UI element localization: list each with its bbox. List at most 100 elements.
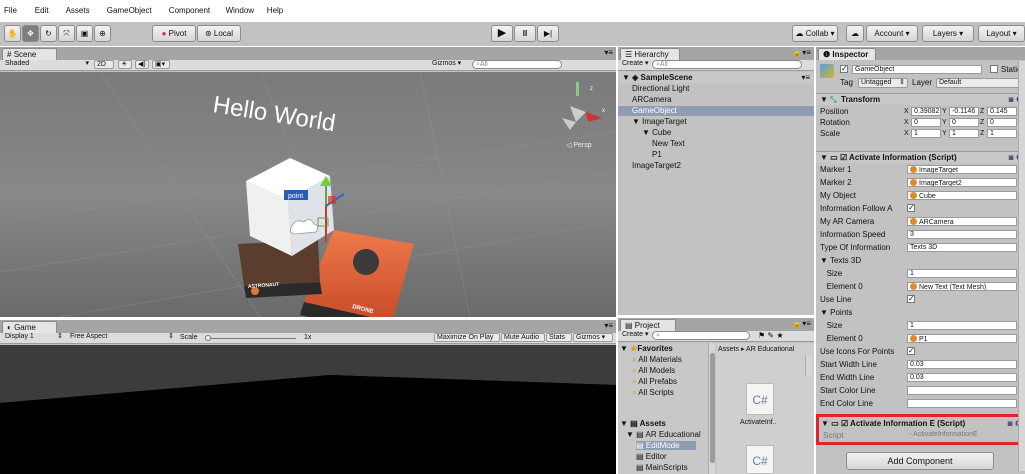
scene-search-input[interactable]: ⌕All bbox=[472, 60, 562, 69]
activate-info-header[interactable]: ▼ ▭ ☑ Activate Information (Script) ◙ ⚙ bbox=[816, 151, 1025, 163]
property-field[interactable]: 3 bbox=[907, 230, 1017, 239]
object-reference-field[interactable]: P1 bbox=[907, 334, 1017, 343]
cloud-services-icon[interactable]: ☁ bbox=[846, 25, 864, 42]
audio-icon[interactable]: ◀) bbox=[135, 60, 149, 69]
maximize-on-play-toggle[interactable]: Maximize On Play bbox=[434, 333, 500, 342]
collab-button[interactable]: ☁ Collab ▾ bbox=[792, 25, 838, 42]
favorite-item[interactable]: ⌕ All Models bbox=[632, 366, 675, 376]
layout-dropdown[interactable]: Layout ▾ bbox=[978, 25, 1025, 42]
property-field[interactable]: 0.03 bbox=[907, 360, 1017, 369]
move-tool-icon[interactable]: ✥ bbox=[22, 25, 39, 42]
hierarchy-item[interactable]: New Text bbox=[618, 139, 814, 149]
asset-folder[interactable]: ▼ ▤ AR Educational bbox=[626, 430, 701, 439]
asset-folder[interactable]: ▤ EditMode bbox=[636, 441, 696, 450]
hierarchy-item[interactable]: GameObject bbox=[618, 106, 814, 116]
transform-header[interactable]: ▼ ⤡ Transform ◙ ⚙ bbox=[816, 93, 1025, 105]
stats-toggle[interactable]: Stats bbox=[546, 333, 572, 342]
persp-label[interactable]: ◁ Persp bbox=[566, 142, 592, 149]
object-reference-field[interactable]: New Text (Text Mesh) bbox=[907, 282, 1017, 291]
menu-item-file[interactable]: File bbox=[4, 6, 17, 15]
transform-tool-icon[interactable]: ⊕ bbox=[94, 25, 111, 42]
effects-icon[interactable]: ▣▾ bbox=[152, 60, 170, 69]
csharp-file-icon[interactable]: C# bbox=[746, 383, 774, 415]
project-search-input[interactable]: ⌕ bbox=[652, 331, 750, 340]
scale-tool-icon[interactable]: ⤧ bbox=[58, 25, 75, 42]
add-component-button[interactable]: Add Component bbox=[846, 452, 994, 470]
transform-scale-x-field[interactable]: 1 bbox=[911, 129, 941, 138]
hierarchy-item[interactable]: ▼ Cube bbox=[618, 128, 814, 138]
transform-scale-z-field[interactable]: 1 bbox=[987, 129, 1017, 138]
transform-position-x-field[interactable]: 0.39082 bbox=[911, 107, 941, 116]
transform-position-z-field[interactable]: 0.145 bbox=[987, 107, 1017, 116]
game-gizmos-toggle[interactable]: Gizmos ▾ bbox=[573, 333, 613, 342]
transform-rotation-z-field[interactable]: 0 bbox=[987, 118, 1017, 127]
aspect-dropdown[interactable]: Free Aspect ⇕ bbox=[68, 333, 176, 342]
tab-project[interactable]: ▤ Project bbox=[620, 319, 676, 331]
property-field[interactable]: 1 bbox=[907, 321, 1017, 330]
favorites-header[interactable]: ▼ ★Favorites bbox=[620, 344, 673, 353]
hierarchy-create-dropdown[interactable]: Create ▾ bbox=[620, 60, 650, 69]
property-field[interactable]: Texts 3D bbox=[907, 243, 1017, 252]
game-viewport[interactable] bbox=[0, 345, 616, 474]
property-checkbox[interactable]: ✓ bbox=[907, 295, 915, 303]
2d-toggle[interactable]: 2D bbox=[94, 60, 114, 69]
favorite-item[interactable]: ⌕ All Scripts bbox=[632, 388, 674, 398]
step-button[interactable]: ▶| bbox=[537, 25, 559, 42]
tab-scene[interactable]: # Scene bbox=[2, 48, 57, 60]
menu-item-gameobject[interactable]: GameObject bbox=[107, 6, 152, 15]
project-file-scrollbar[interactable] bbox=[805, 356, 812, 376]
menu-item-component[interactable]: Component bbox=[169, 6, 210, 15]
property-checkbox[interactable]: ✓ bbox=[907, 204, 915, 212]
pivot-toggle[interactable]: ● Pivot bbox=[152, 25, 196, 42]
transform-rotation-y-field[interactable]: 0 bbox=[949, 118, 979, 127]
tab-game[interactable]: ◐ Game bbox=[2, 321, 57, 333]
property-field[interactable] bbox=[907, 399, 1017, 408]
local-toggle[interactable]: ⊛ Local bbox=[197, 25, 241, 42]
panel-menu-icon[interactable]: 🔒▾≡ bbox=[792, 319, 811, 328]
account-dropdown[interactable]: Account ▾ bbox=[866, 25, 918, 42]
project-tree-scrollbar[interactable] bbox=[708, 343, 715, 474]
transform-scale-y-field[interactable]: 1 bbox=[949, 129, 979, 138]
asset-folder[interactable]: ▤ Editor bbox=[636, 452, 667, 461]
rect-tool-icon[interactable]: ▣ bbox=[76, 25, 93, 42]
menu-item-edit[interactable]: Edit bbox=[35, 6, 49, 15]
component-enabled-checkbox[interactable]: ☑ bbox=[841, 419, 848, 428]
rotate-tool-icon[interactable]: ↻ bbox=[40, 25, 57, 42]
play-button[interactable]: ▶ bbox=[491, 25, 513, 42]
inspector-scrollbar[interactable] bbox=[1018, 61, 1025, 471]
hierarchy-item[interactable]: ARCamera bbox=[618, 95, 814, 105]
hierarchy-item[interactable]: P1 bbox=[618, 150, 814, 160]
hand-tool-icon[interactable]: ✋ bbox=[4, 25, 21, 42]
project-create-dropdown[interactable]: Create ▾ bbox=[620, 331, 650, 340]
assets-header[interactable]: ▼ ▤ Assets bbox=[620, 419, 666, 428]
active-checkbox[interactable]: ✓ bbox=[840, 65, 848, 73]
activate-info-e-header[interactable]: ▼ ▭ ☑ Activate Information E (Script) ◙ ⚙ bbox=[819, 418, 1022, 430]
object-name-field[interactable]: GameObject bbox=[852, 65, 982, 74]
hierarchy-item[interactable]: ImageTarget2 bbox=[618, 161, 814, 171]
project-breadcrumb[interactable]: Assets ▸ AR Educational bbox=[718, 345, 794, 353]
menu-item-window[interactable]: Window bbox=[226, 6, 254, 15]
menu-item-assets[interactable]: Assets bbox=[66, 6, 90, 15]
layers-dropdown[interactable]: Layers ▾ bbox=[922, 25, 974, 42]
property-field[interactable]: 1 bbox=[907, 269, 1017, 278]
asset-folder[interactable]: ▤ MainScripts bbox=[636, 463, 688, 472]
object-reference-field[interactable]: Cube bbox=[907, 191, 1017, 200]
pause-button[interactable]: II bbox=[514, 25, 536, 42]
panel-menu-icon[interactable]: ▾≡ bbox=[604, 48, 613, 57]
object-reference-field[interactable]: ImageTarget bbox=[907, 165, 1017, 174]
favorite-item[interactable]: ⌕ All Prefabs bbox=[632, 377, 677, 387]
transform-position-y-field[interactable]: -0.1146 bbox=[949, 107, 979, 116]
filter-icons[interactable]: ⚑ ✎ ★ bbox=[758, 331, 784, 340]
panel-menu-icon[interactable]: ▾≡ bbox=[604, 321, 613, 330]
favorite-item[interactable]: ⌕ All Materials bbox=[632, 355, 682, 365]
shading-dropdown[interactable]: Shaded ▾ bbox=[3, 60, 91, 69]
scale-slider[interactable] bbox=[206, 338, 296, 339]
layer-dropdown[interactable]: Default bbox=[936, 78, 1025, 88]
property-checkbox[interactable]: ✓ bbox=[907, 347, 915, 355]
panel-menu-icon[interactable]: 🔒▾≡ bbox=[792, 48, 811, 57]
lighting-icon[interactable]: ☀ bbox=[118, 60, 132, 69]
gizmos-dropdown[interactable]: Gizmos ▾ bbox=[430, 60, 472, 69]
mute-audio-toggle[interactable]: Mute Audio bbox=[501, 333, 545, 342]
object-reference-field[interactable]: ARCamera bbox=[907, 217, 1017, 226]
csharp-file-icon[interactable]: C# bbox=[746, 445, 774, 474]
